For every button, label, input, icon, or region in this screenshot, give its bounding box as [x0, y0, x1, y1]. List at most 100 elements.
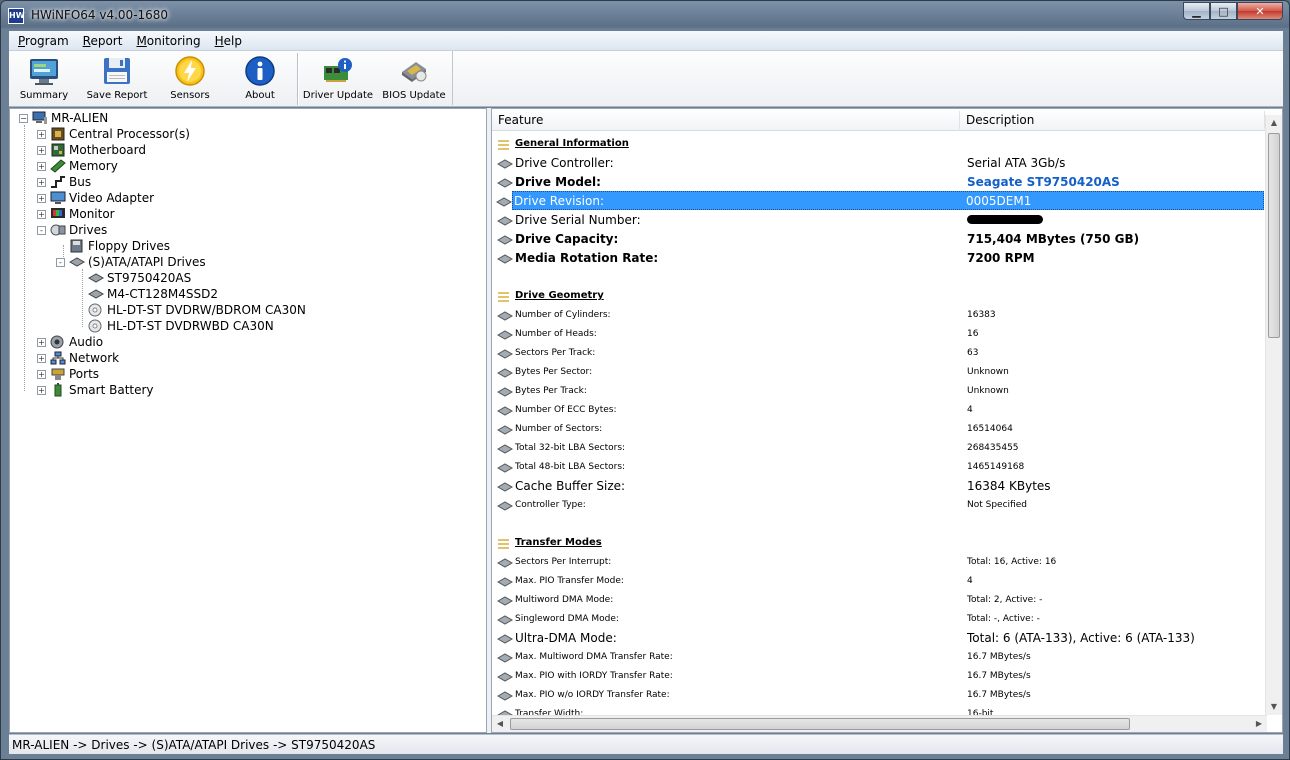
- about-button[interactable]: About: [225, 51, 295, 105]
- title-bar[interactable]: HW HWiNFO64 v4.00-1680 ▁ □ ✕: [1, 1, 1289, 31]
- detail-row[interactable]: Drive Serial Number:: [494, 210, 1264, 229]
- device-tree[interactable]: − MR-ALIEN + Central Processor(s) + Moth…: [9, 108, 487, 733]
- expand-icon[interactable]: +: [37, 193, 46, 203]
- driver-update-button[interactable]: Driver Update: [300, 51, 376, 105]
- tree-item-memory[interactable]: + Memory: [37, 158, 118, 174]
- horizontal-scroll-thumb[interactable]: [510, 718, 1130, 730]
- tree-item-drives[interactable]: - Drives: [37, 222, 107, 238]
- menu-monitoring[interactable]: Monitoring: [129, 34, 207, 48]
- close-button[interactable]: ✕: [1237, 2, 1283, 20]
- hard-drive-icon: [496, 671, 514, 682]
- summary-button[interactable]: Summary: [9, 51, 79, 105]
- description-cell: Total: 6 (ATA-133), Active: 6 (ATA-133): [967, 630, 1195, 645]
- detail-row[interactable]: Controller Type: Not Specified: [494, 495, 1264, 514]
- tree-item-label: Monitor: [69, 207, 115, 221]
- sensors-button[interactable]: Sensors: [155, 51, 225, 105]
- expand-icon[interactable]: +: [37, 177, 46, 187]
- detail-row[interactable]: Bytes Per Sector: Unknown: [494, 362, 1264, 381]
- bios-update-button[interactable]: BIOS Update: [376, 51, 452, 105]
- detail-row[interactable]: Total 48-bit LBA Sectors: 1465149168: [494, 457, 1264, 476]
- scroll-right-icon[interactable]: ▶: [1251, 716, 1267, 732]
- expand-icon[interactable]: +: [37, 161, 46, 171]
- minimize-button[interactable]: ▁: [1183, 2, 1210, 20]
- tree-root[interactable]: − MR-ALIEN: [19, 110, 108, 126]
- menu-program[interactable]: Program: [11, 34, 76, 48]
- tree-item-video-adapter[interactable]: + Video Adapter: [37, 190, 154, 206]
- section-header[interactable]: Transfer Modes: [494, 533, 1264, 552]
- section-header[interactable]: Drive Geometry: [494, 286, 1264, 305]
- menu-help[interactable]: Help: [208, 34, 249, 48]
- detail-row[interactable]: Bytes Per Track: Unknown: [494, 381, 1264, 400]
- expand-icon[interactable]: +: [37, 337, 46, 347]
- detail-row[interactable]: Max. PIO w/o IORDY Transfer Rate: 16.7 MB…: [494, 685, 1264, 704]
- detail-row[interactable]: Max. Multiword DMA Transfer Rate: 16.7 MB…: [494, 647, 1264, 666]
- detail-row[interactable]: Singleword DMA Mode: Total: -, Active: -: [494, 609, 1264, 628]
- section-header[interactable]: General Information: [494, 134, 1264, 153]
- tree-item-floppy-drives[interactable]: Floppy Drives: [69, 238, 170, 254]
- tree-item-smart-battery[interactable]: + Smart Battery: [37, 382, 154, 398]
- tree-item-monitor[interactable]: + Monitor: [37, 206, 115, 222]
- expand-icon[interactable]: +: [37, 369, 46, 379]
- column-separator[interactable]: [959, 111, 960, 129]
- tree-item-motherboard[interactable]: + Motherboard: [37, 142, 146, 158]
- tree-item-label: ST9750420AS: [107, 271, 192, 285]
- expand-icon[interactable]: +: [37, 129, 46, 139]
- expand-icon[interactable]: +: [37, 145, 46, 155]
- detail-row[interactable]: Total 32-bit LBA Sectors: 268435455: [494, 438, 1264, 457]
- detail-row[interactable]: Drive Capacity: 715,404 MBytes (750 GB): [494, 229, 1264, 248]
- detail-row[interactable]: Ultra-DMA Mode: Total: 6 (ATA-133), Activ…: [494, 628, 1264, 647]
- scroll-down-icon[interactable]: ▼: [1266, 699, 1282, 715]
- detail-row[interactable]: Drive Revision: 0005DEM1: [495, 191, 1264, 210]
- collapse-icon[interactable]: -: [37, 225, 46, 235]
- column-header-feature[interactable]: Feature: [498, 113, 543, 127]
- tree-item-network[interactable]: + Network: [37, 350, 119, 366]
- horizontal-scrollbar[interactable]: ◀ ▶: [492, 715, 1267, 732]
- detail-row[interactable]: Media Rotation Rate: 7200 RPM: [494, 248, 1264, 267]
- about-label: About: [245, 90, 275, 101]
- scroll-up-icon[interactable]: ▲: [1266, 115, 1282, 131]
- detail-row[interactable]: Number of Heads: 16: [494, 324, 1264, 343]
- description-cell: [967, 213, 1043, 227]
- tree-item-drive-m4[interactable]: M4-CT128M4SSD2: [88, 286, 218, 302]
- feature-cell: Number of Cylinders:: [515, 309, 611, 320]
- detail-row[interactable]: Max. PIO Transfer Mode: 4: [494, 571, 1264, 590]
- expand-icon[interactable]: +: [37, 385, 46, 395]
- collapse-icon[interactable]: −: [19, 113, 28, 123]
- tree-item-drive-st9750420as[interactable]: ST9750420AS: [88, 270, 191, 286]
- menu-report[interactable]: Report: [76, 34, 130, 48]
- tree-item-ports[interactable]: + Ports: [37, 366, 99, 382]
- scroll-left-icon[interactable]: ◀: [492, 716, 508, 732]
- detail-row[interactable]: Drive Controller: Serial ATA 3Gb/s: [494, 153, 1264, 172]
- save-report-button[interactable]: Save Report: [79, 51, 155, 105]
- tree-item-label: HL-DT-ST DVDRWBD CA30N: [107, 319, 274, 333]
- detail-row[interactable]: Number of Sectors: 16514064: [494, 419, 1264, 438]
- detail-row[interactable]: Number Of ECC Bytes: 4: [494, 400, 1264, 419]
- tree-item-drive-dvdrw-bdrom[interactable]: HL-DT-ST DVDRW/BDROM CA30N: [88, 302, 306, 318]
- vertical-scrollbar[interactable]: ▲ ▼: [1265, 115, 1282, 715]
- tree-item-bus[interactable]: + Bus: [37, 174, 91, 190]
- tree-item-sata-drives[interactable]: - (S)ATA/ATAPI Drives: [56, 254, 206, 270]
- maximize-button[interactable]: □: [1210, 2, 1237, 20]
- expand-icon[interactable]: +: [37, 209, 46, 219]
- expand-icon[interactable]: +: [37, 353, 46, 363]
- detail-row[interactable]: Sectors Per Track: 63: [494, 343, 1264, 362]
- details-list[interactable]: Feature Description General Information D…: [491, 108, 1283, 733]
- detail-row[interactable]: Number of Cylinders: 16383: [494, 305, 1264, 324]
- vertical-scroll-thumb[interactable]: [1268, 133, 1280, 338]
- tree-item-label: Ports: [69, 367, 100, 381]
- description-cell: Seagate ST9750420AS: [967, 174, 1120, 189]
- tree-item-drive-dvdrwbd[interactable]: HL-DT-ST DVDRWBD CA30N: [88, 318, 274, 334]
- feature-cell: Drive Geometry: [515, 290, 604, 301]
- detail-row[interactable]: Multiword DMA Mode: Total: 2, Active: -: [494, 590, 1264, 609]
- collapse-icon[interactable]: -: [56, 257, 65, 267]
- tree-item-label: Bus: [69, 175, 92, 189]
- column-header-description[interactable]: Description: [966, 113, 1034, 127]
- description-cell: 4: [967, 575, 973, 586]
- toolbar-end-divider: [452, 51, 453, 105]
- tree-item-cpu[interactable]: + Central Processor(s): [37, 126, 190, 142]
- detail-row[interactable]: Cache Buffer Size: 16384 KBytes: [494, 476, 1264, 495]
- detail-row[interactable]: Max. PIO with IORDY Transfer Rate: 16.7 M…: [494, 666, 1264, 685]
- detail-row[interactable]: Drive Model: Seagate ST9750420AS: [494, 172, 1264, 191]
- tree-item-audio[interactable]: + Audio: [37, 334, 103, 350]
- detail-row[interactable]: Sectors Per Interrupt: Total: 16, Active:…: [494, 552, 1264, 571]
